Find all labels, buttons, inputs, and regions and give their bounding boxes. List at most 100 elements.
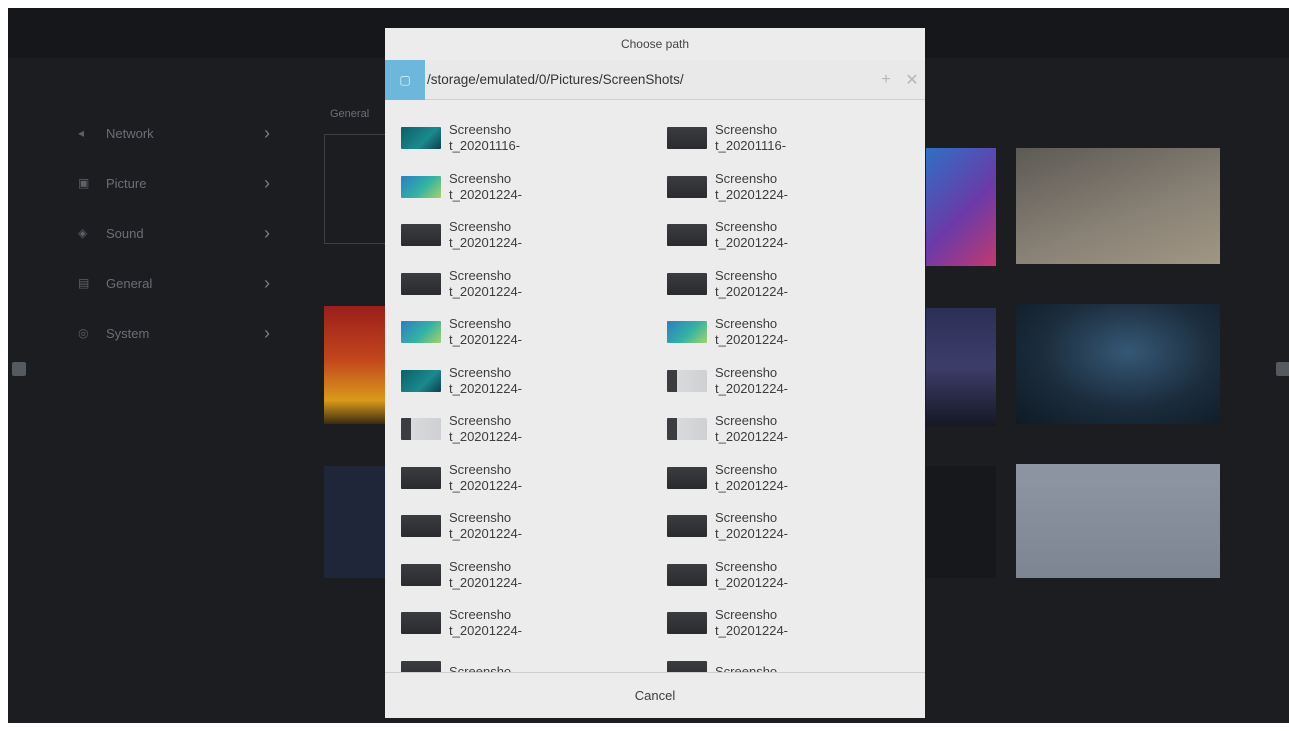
sidebar-item-network[interactable]: ◂ Network › [68, 108, 298, 158]
file-item[interactable]: Screensho t_20201224- [385, 454, 651, 503]
file-item[interactable]: Screensho t_20201224- [385, 357, 651, 406]
file-name-line: Screensho [449, 170, 512, 186]
file-name-line: Screensho [449, 413, 512, 429]
wallpaper-thumbnail[interactable] [926, 308, 996, 426]
file-thumbnail [401, 272, 441, 295]
file-name-line: t_20201224- [715, 235, 789, 251]
file-name-line: Screensho [715, 364, 778, 380]
chevron-right-icon: › [264, 172, 270, 193]
file-name-line: t_20201116- [715, 138, 787, 154]
file-thumbnail [401, 612, 441, 635]
file-name: Screensho t_20201224- [715, 413, 788, 445]
file-name-line: t_20201224- [715, 186, 789, 202]
file-item[interactable]: Screensho t_20201224- [651, 551, 925, 600]
system-icon: ◎ [78, 326, 89, 340]
file-name-line: t_20201224- [449, 429, 523, 445]
file-item[interactable]: Screensho t_20201224- [651, 454, 925, 503]
file-thumbnail [667, 612, 707, 635]
wallpaper-thumbnail[interactable] [1016, 304, 1220, 424]
file-thumbnail [667, 466, 707, 489]
file-name-line: Screensho [449, 461, 512, 477]
file-name-line: t_20201224- [715, 429, 789, 445]
file-name-line: t_20201224- [449, 380, 523, 396]
cancel-button[interactable]: Cancel [635, 688, 675, 703]
file-thumbnail [401, 563, 441, 586]
next-page-icon[interactable] [1276, 362, 1289, 376]
file-name-line: Screensho [715, 170, 778, 186]
file-thumbnail [401, 321, 441, 344]
chevron-right-icon: › [264, 222, 270, 243]
sidebar-item-system[interactable]: ◎ System › [68, 308, 298, 358]
chevron-right-icon: › [264, 122, 270, 143]
file-name: Screensho t_20201116- [715, 122, 786, 154]
file-name: Screensho t_20201224- [449, 316, 522, 348]
wallpaper-thumbnail[interactable] [1016, 148, 1220, 264]
file-item[interactable]: Screensho t_20201224- [385, 211, 651, 260]
file-item[interactable]: Screensho t_20201224- [651, 211, 925, 260]
path-bar: ▢ /storage/emulated/0/Pictures/ScreenSho… [385, 59, 925, 100]
file-thumbnail [667, 563, 707, 586]
file-item[interactable]: Screensho t_20201224- [651, 357, 925, 406]
file-thumbnail [401, 515, 441, 538]
file-item[interactable]: Screensho t_20201224- [385, 551, 651, 600]
file-thumbnail [667, 418, 707, 441]
close-icon[interactable]: ✕ [899, 70, 925, 90]
file-name-line: t_20201224- [715, 332, 789, 348]
file-item[interactable]: Screensho t_20201116- [651, 114, 925, 163]
file-name-line: Screensho [449, 316, 512, 332]
file-item[interactable]: Screensho t_20201224- [385, 260, 651, 309]
file-thumbnail [667, 369, 707, 392]
file-item[interactable]: Screensho t_20201224- [651, 163, 925, 212]
file-name-line: Screensho [449, 267, 512, 283]
general-icon: ▤ [78, 276, 90, 290]
dialog-title: Choose path [620, 37, 690, 51]
file-item[interactable]: Screensho t_20201224- [651, 599, 925, 648]
wallpaper-thumbnail[interactable] [926, 466, 996, 578]
wallpaper-thumbnail[interactable] [1016, 464, 1220, 578]
file-name: Screensho t_20201224- [715, 316, 788, 348]
file-name-line: t_20201224- [715, 380, 789, 396]
file-item[interactable]: Screensho t_20201224- [385, 405, 651, 454]
file-item[interactable]: Screensho t_20201224- [651, 308, 925, 357]
current-path: /storage/emulated/0/Pictures/ScreenShots… [427, 72, 684, 87]
file-name: Screensho t_20201224- [449, 365, 522, 397]
file-item[interactable]: Screensho t_20201224- [651, 405, 925, 454]
file-name-line: t_20201224- [449, 623, 523, 639]
file-item[interactable]: Screensho t_20201116- [385, 114, 651, 163]
folder-up-icon[interactable]: ▢ [385, 59, 425, 100]
file-thumbnail [401, 127, 441, 150]
file-name: Screensho t_20201224- [449, 171, 522, 203]
file-name: Screensho t_20201224- [715, 510, 788, 542]
dialog-footer: Cancel [385, 672, 925, 718]
sidebar-item-picture[interactable]: ▣ Picture › [68, 158, 298, 208]
file-name: Screensho t_20201224- [715, 219, 788, 251]
sidebar-item-sound[interactable]: ◈ Sound › [68, 208, 298, 258]
file-item[interactable]: Screensho t_20201224- [651, 502, 925, 551]
file-name-line: Screensho [715, 510, 778, 526]
file-name-line: t_20201224- [715, 526, 789, 542]
file-item[interactable]: Screensho t_20201224- [385, 502, 651, 551]
file-item[interactable]: Screensho t_20201224- [651, 260, 925, 309]
file-name: Screensho t_20201224- [449, 559, 522, 591]
file-name-line: t_20201224- [449, 235, 523, 251]
file-thumbnail [401, 175, 441, 198]
settings-sidebar: ◂ Network › ▣ Picture › ◈ Sound › ▤ General › ◎ Syste… [68, 108, 298, 358]
file-name: Screensho t_20201224- [449, 268, 522, 300]
file-name: Screensho t_20201224- [715, 171, 788, 203]
file-thumbnail [401, 369, 441, 392]
sidebar-item-general[interactable]: ▤ General › [68, 258, 298, 308]
file-thumbnail [401, 418, 441, 441]
file-name: Screensho t_20201224- [715, 559, 788, 591]
wallpaper-thumbnail[interactable] [926, 148, 996, 266]
file-item[interactable]: Screensho t_20201224- [385, 599, 651, 648]
file-item[interactable]: Screensho t_20201224- [385, 163, 651, 212]
file-thumbnail [401, 466, 441, 489]
file-name: Screensho t_20201116- [449, 122, 520, 154]
file-name-line: Screensho [449, 607, 512, 623]
file-item[interactable]: Screensho t_20201224- [385, 308, 651, 357]
file-name-line: t_20201224- [449, 526, 523, 542]
previous-page-icon[interactable] [12, 362, 26, 376]
file-name: Screensho t_20201224- [449, 462, 522, 494]
add-folder-icon[interactable]: + [873, 71, 899, 89]
chevron-right-icon: › [264, 272, 270, 293]
